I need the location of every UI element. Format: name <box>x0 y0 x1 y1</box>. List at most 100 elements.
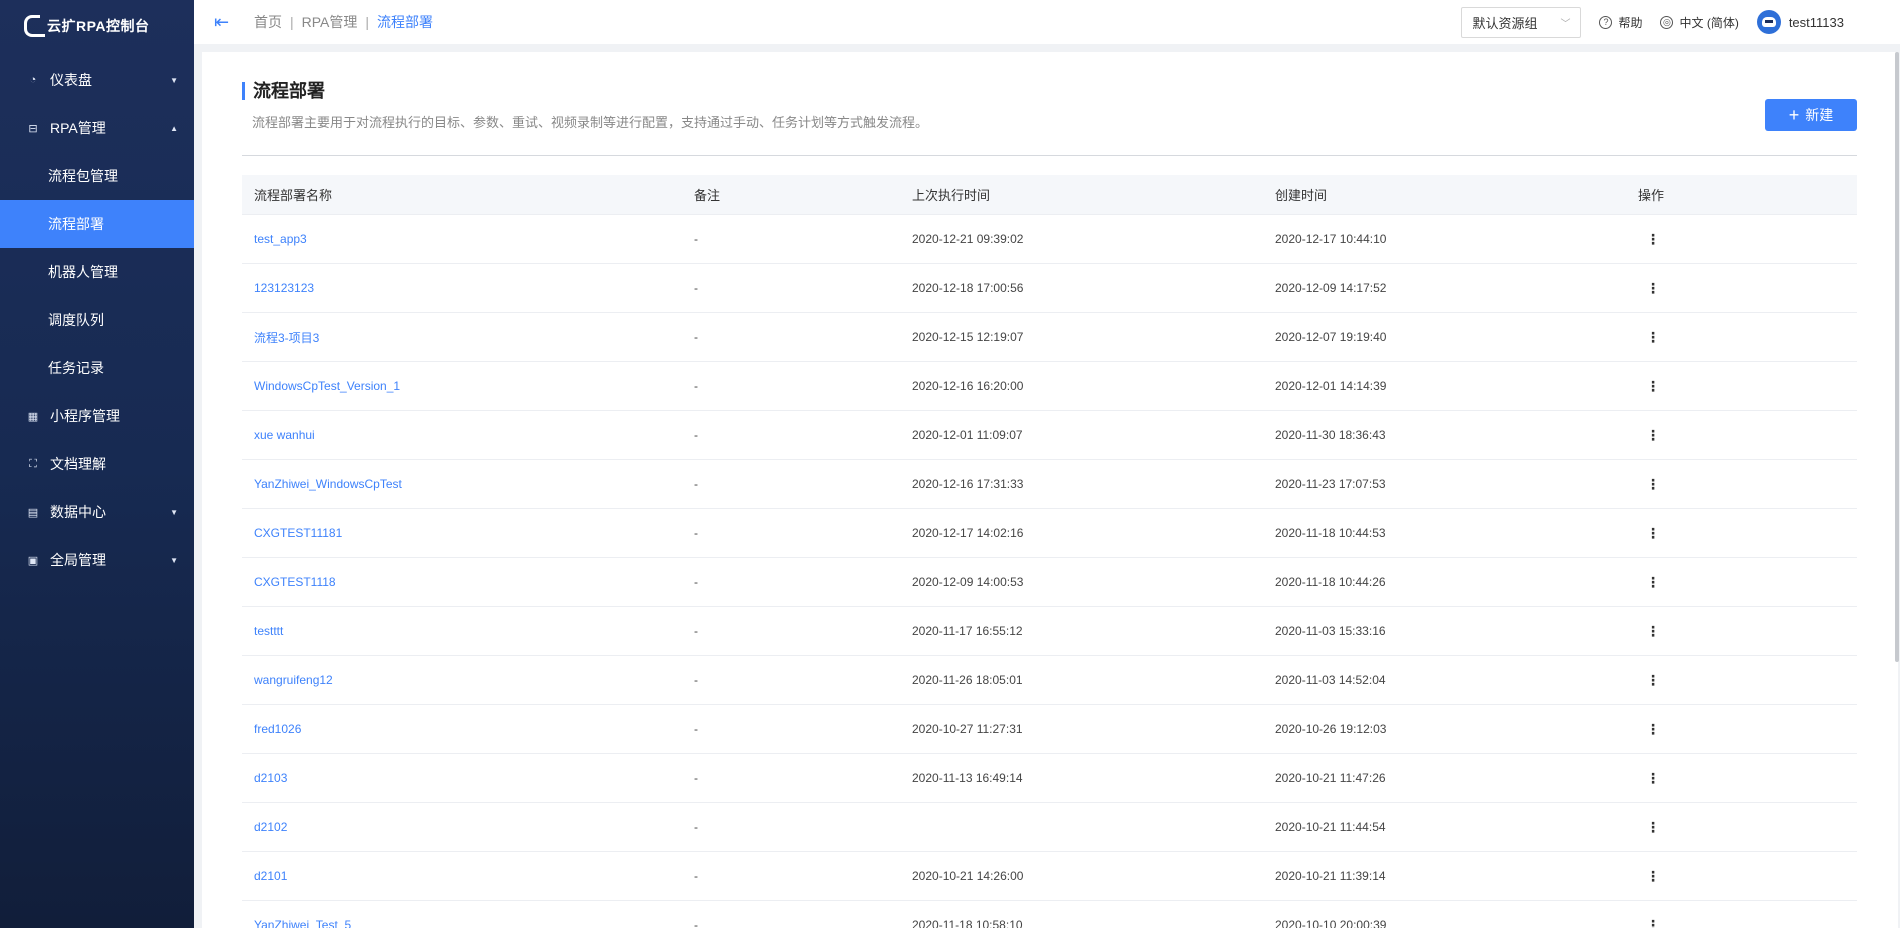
sidebar-item-document[interactable]: ⛶ 文档理解 <box>0 440 194 488</box>
breadcrumb-separator: | <box>290 14 294 30</box>
new-deployment-button[interactable]: + 新建 <box>1765 99 1857 131</box>
actions-cell: ⋮ <box>1638 379 1857 394</box>
more-actions-icon[interactable]: ⋮ <box>1638 575 1668 589</box>
created-cell: 2020-10-26 19:12:03 <box>1275 722 1387 736</box>
actions-cell: ⋮ <box>1638 820 1857 835</box>
table-row: d2102- 2020-10-21 11:44:54 ⋮ <box>242 803 1857 852</box>
more-actions-icon[interactable]: ⋮ <box>1638 428 1668 442</box>
last-run-cell: 2020-12-17 14:02:16 <box>912 526 1024 540</box>
column-header-created: 创建时间 <box>1275 188 1328 203</box>
sidebar-item-label: 文档理解 <box>50 456 106 472</box>
top-bar: ⇤ 首页 | RPA管理 | 流程部署 默认资源组 ﹀ ? 帮助 ◎ 中文 (简… <box>194 0 1900 44</box>
deployment-name-link[interactable]: wangruifeng12 <box>242 673 694 687</box>
created-cell: 2020-11-23 17:07:53 <box>1275 477 1386 491</box>
more-actions-icon[interactable]: ⋮ <box>1638 869 1668 883</box>
more-actions-icon[interactable]: ⋮ <box>1638 673 1668 687</box>
sidebar-subitem-packages[interactable]: 流程包管理 <box>0 152 194 200</box>
menu-collapse-icon[interactable]: ⇤ <box>214 12 234 33</box>
more-actions-icon[interactable]: ⋮ <box>1638 526 1668 540</box>
avatar <box>1756 10 1781 34</box>
resource-group-select[interactable]: 默认资源组 ﹀ <box>1461 6 1582 38</box>
created-cell: 2020-10-21 11:44:54 <box>1275 820 1386 834</box>
deployment-name-link[interactable]: test_app3 <box>242 232 694 246</box>
sidebar-item-miniprograms[interactable]: ▦ 小程序管理 <box>0 392 194 440</box>
sidebar-menu: ◔ 仪表盘 ▼ ⊟ RPA管理 ▲ 流程包管理 流程部署 机器人管理 调度队列 … <box>0 56 194 584</box>
language-switch[interactable]: ◎ 中文 (简体) <box>1660 14 1739 31</box>
actions-cell: ⋮ <box>1638 477 1857 492</box>
deployment-name-link[interactable]: YanZhiwei_WindowsCpTest <box>242 477 694 491</box>
more-actions-icon[interactable]: ⋮ <box>1638 330 1668 344</box>
user-menu[interactable]: test11133 <box>1756 10 1844 34</box>
app-logo[interactable]: 云扩RPA控制台 <box>0 0 194 52</box>
note-cell: - <box>694 428 698 442</box>
sidebar-item-datacenter[interactable]: ▤ 数据中心 ▼ <box>0 488 194 536</box>
column-header-actions: 操作 <box>1638 188 1665 203</box>
deployment-name-link[interactable]: testttt <box>242 624 694 638</box>
actions-cell: ⋮ <box>1638 526 1857 541</box>
created-cell: 2020-11-03 15:33:16 <box>1275 624 1386 638</box>
table-header: 流程部署名称 备注 上次执行时间 创建时间 操作 <box>242 175 1857 215</box>
deployment-name-link[interactable]: 流程3-项目3 <box>242 329 694 346</box>
deployment-name-link[interactable]: CXGTEST1118 <box>242 575 694 589</box>
more-actions-icon[interactable]: ⋮ <box>1638 281 1668 295</box>
deployment-name-link[interactable]: 123123123 <box>242 281 694 295</box>
more-actions-icon[interactable]: ⋮ <box>1638 624 1668 638</box>
top-right-tools: 默认资源组 ﹀ ? 帮助 ◎ 中文 (简体) test11133 <box>1461 0 1900 44</box>
more-actions-icon[interactable]: ⋮ <box>1638 232 1668 246</box>
scan-icon: ⛶ <box>29 457 37 470</box>
created-cell: 2020-11-03 14:52:04 <box>1275 673 1386 687</box>
more-actions-icon[interactable]: ⋮ <box>1638 820 1668 834</box>
deployment-name-link[interactable]: CXGTEST11181 <box>242 526 694 540</box>
sidebar-subitem-queue[interactable]: 调度队列 <box>0 296 194 344</box>
actions-cell: ⋮ <box>1638 918 1857 928</box>
breadcrumb-home[interactable]: 首页 <box>254 12 282 32</box>
breadcrumb-rpa[interactable]: RPA管理 <box>302 12 358 32</box>
table-row: d2103- 2020-11-13 16:49:14 2020-10-21 11:4… <box>242 754 1857 803</box>
caret-down-icon: ▼ <box>170 507 178 517</box>
deployment-name-link[interactable]: YanZhiwei_Test_5 <box>242 918 694 928</box>
note-cell: - <box>694 673 698 687</box>
logo-icon <box>24 15 45 37</box>
actions-cell: ⋮ <box>1638 330 1857 345</box>
deployment-name-link[interactable]: d2102 <box>242 820 694 834</box>
last-run-cell: 2020-11-13 16:49:14 <box>912 771 1023 785</box>
deployment-name-link[interactable]: fred1026 <box>242 722 694 736</box>
actions-cell: ⋮ <box>1638 232 1857 247</box>
sidebar-item-global[interactable]: ▣ 全局管理 ▼ <box>0 536 194 584</box>
last-run-cell: 2020-12-15 12:19:07 <box>912 330 1024 344</box>
note-cell: - <box>694 330 698 344</box>
sidebar-subitem-robots[interactable]: 机器人管理 <box>0 248 194 296</box>
more-actions-icon[interactable]: ⋮ <box>1638 722 1668 736</box>
last-run-cell: 2020-12-01 11:09:07 <box>912 428 1023 442</box>
username: test11133 <box>1788 14 1844 30</box>
more-actions-icon[interactable]: ⋮ <box>1638 771 1668 785</box>
more-actions-icon[interactable]: ⋮ <box>1638 379 1668 393</box>
help-label: 帮助 <box>1618 15 1643 30</box>
sidebar: 云扩RPA控制台 ◔ 仪表盘 ▼ ⊟ RPA管理 ▲ 流程包管理 流程部署 机器… <box>0 0 194 928</box>
deployment-name-link[interactable]: WindowsCpTest_Version_1 <box>242 379 694 393</box>
sidebar-item-label: 全局管理 <box>50 552 106 568</box>
last-run-cell: 2020-12-16 17:31:33 <box>912 477 1024 491</box>
note-cell: - <box>694 232 698 246</box>
scrollbar[interactable] <box>1895 52 1899 662</box>
deployment-name-link[interactable]: xue wanhui <box>242 428 694 442</box>
sidebar-item-label: 数据中心 <box>50 504 106 520</box>
last-run-cell: 2020-12-16 16:20:00 <box>912 379 1024 393</box>
note-cell: - <box>694 624 698 638</box>
help-link[interactable]: ? 帮助 <box>1599 14 1642 31</box>
sidebar-item-label: RPA管理 <box>50 120 106 136</box>
deployment-name-link[interactable]: d2101 <box>242 869 694 883</box>
sidebar-item-rpa[interactable]: ⊟ RPA管理 ▲ <box>0 104 194 152</box>
sidebar-item-dashboard[interactable]: ◔ 仪表盘 ▼ <box>0 56 194 104</box>
deployment-name-link[interactable]: d2103 <box>242 771 694 785</box>
note-cell: - <box>694 918 698 928</box>
last-run-cell: 2020-12-18 17:00:56 <box>912 281 1024 295</box>
table-row: YanZhiwei_WindowsCpTest - 2020-12-16 17:31… <box>242 460 1857 509</box>
sidebar-item-label: 小程序管理 <box>50 408 120 424</box>
sidebar-subitem-tasks[interactable]: 任务记录 <box>0 344 194 392</box>
more-actions-icon[interactable]: ⋮ <box>1638 918 1668 928</box>
actions-cell: ⋮ <box>1638 575 1857 590</box>
sidebar-subitem-deployments[interactable]: 流程部署 <box>0 200 194 248</box>
more-actions-icon[interactable]: ⋮ <box>1638 477 1668 491</box>
created-cell: 2020-12-07 19:19:40 <box>1275 330 1387 344</box>
